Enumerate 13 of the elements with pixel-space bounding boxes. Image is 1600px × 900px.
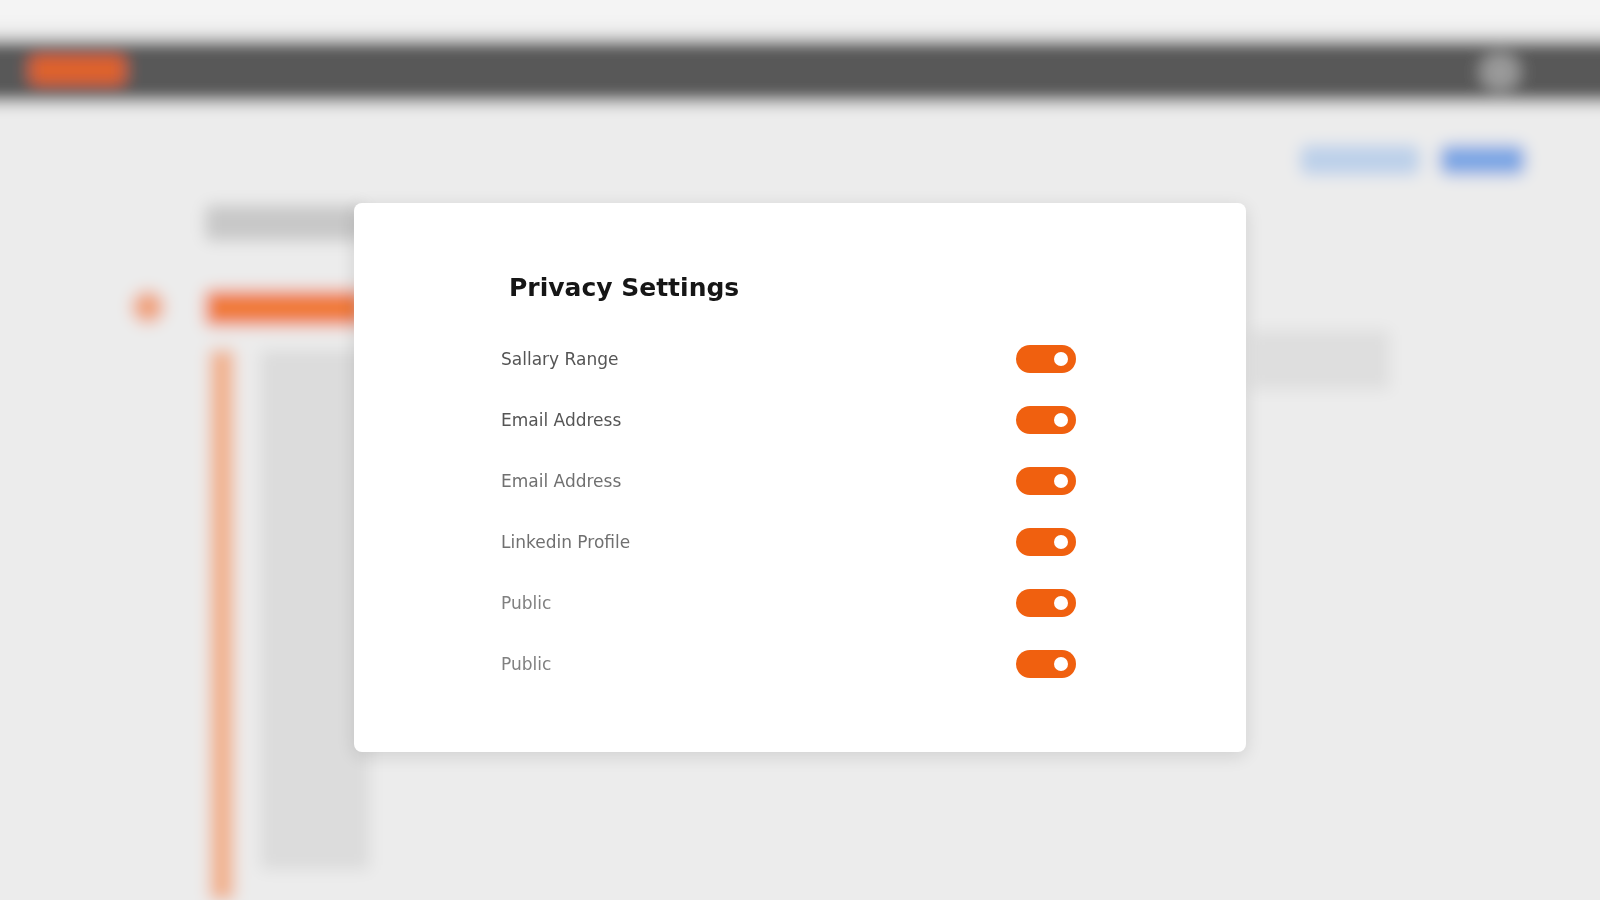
toggle-switch[interactable] — [1016, 467, 1076, 495]
setting-label: Email Address — [501, 471, 622, 491]
toggle-switch[interactable] — [1016, 528, 1076, 556]
toggle-switch[interactable] — [1016, 345, 1076, 373]
setting-label: Linkedin Profile — [501, 532, 631, 552]
setting-label: Email Address — [501, 410, 622, 430]
setting-label: Sallary Range — [501, 349, 619, 369]
toggle-switch[interactable] — [1016, 589, 1076, 617]
setting-label: Public — [501, 593, 552, 613]
dialog-title: Privacy Settings — [509, 273, 741, 302]
toggle-switch[interactable] — [1016, 406, 1076, 434]
toggle-switch[interactable] — [1016, 650, 1076, 678]
setting-label: Public — [501, 654, 552, 674]
